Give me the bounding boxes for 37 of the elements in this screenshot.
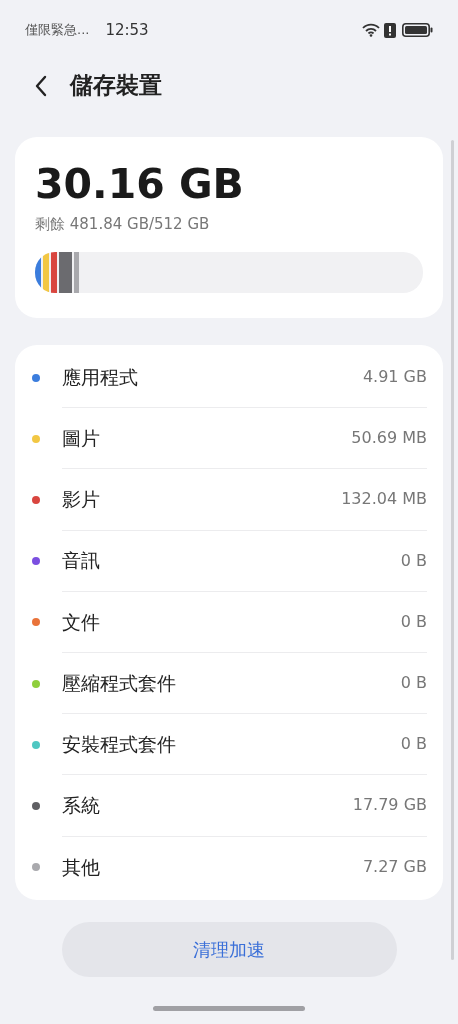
category-size: 0 B — [400, 549, 427, 572]
category-label: 圖片 — [62, 426, 101, 452]
category-size: 4.91 GB — [362, 366, 427, 389]
category-label: 音訊 — [62, 548, 101, 574]
category-size: 50.69 MB — [351, 427, 427, 450]
sim-alert-icon — [384, 22, 396, 38]
category-row[interactable]: 影片 132.04 MB — [15, 469, 443, 531]
battery-icon — [402, 23, 433, 37]
wifi-icon — [362, 23, 380, 37]
category-size: 132.04 MB — [341, 488, 427, 511]
category-label: 系統 — [62, 793, 101, 819]
back-icon[interactable] — [34, 74, 48, 97]
category-label: 應用程式 — [62, 364, 139, 390]
category-row[interactable]: 系統 17.79 GB — [15, 775, 443, 837]
category-label: 壓縮程式套件 — [62, 670, 177, 696]
category-row[interactable]: 其他 7.27 GB — [15, 836, 443, 898]
category-row[interactable]: 安裝程式套件 0 B — [15, 714, 443, 776]
carrier-text: 僅限緊急... — [25, 21, 90, 40]
page-title: 儲存裝置 — [70, 71, 162, 101]
category-row[interactable]: 音訊 0 B — [15, 530, 443, 592]
category-label: 文件 — [62, 609, 101, 635]
category-size: 0 B — [400, 733, 427, 756]
category-size: 7.27 GB — [362, 856, 427, 879]
category-row[interactable]: 壓縮程式套件 0 B — [15, 652, 443, 715]
category-size: 17.79 GB — [352, 794, 427, 817]
category-label: 安裝程式套件 — [62, 731, 177, 757]
category-label: 影片 — [62, 487, 101, 513]
clean-up-button[interactable]: 清理加速 — [61, 921, 397, 977]
category-row[interactable]: 應用程式 4.91 GB — [15, 347, 443, 409]
used-storage-text: 30.16 GB — [35, 159, 245, 209]
category-row[interactable]: 文件 0 B — [15, 591, 443, 653]
category-row[interactable]: 圖片 50.69 MB — [15, 408, 443, 470]
remaining-storage-text: 剩餘 481.84 GB/512 GB — [35, 214, 211, 235]
category-size: 0 B — [400, 672, 427, 695]
category-size: 0 B — [400, 610, 427, 633]
category-label: 其他 — [62, 854, 101, 880]
clock-text: 12:53 — [105, 19, 149, 41]
